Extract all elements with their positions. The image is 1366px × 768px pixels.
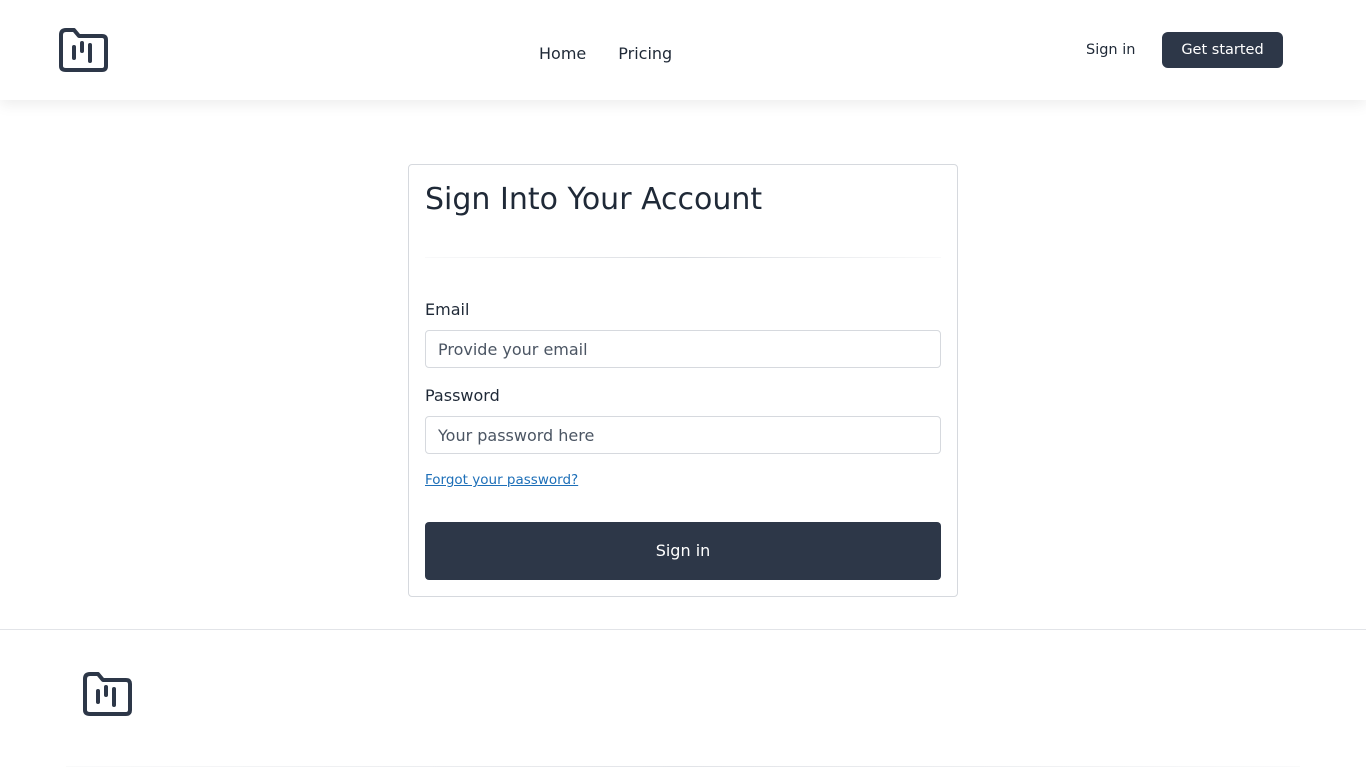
folder-bars-icon bbox=[59, 28, 108, 72]
folder-bars-icon bbox=[83, 672, 132, 716]
page-title: Sign Into Your Account bbox=[425, 182, 763, 217]
email-label: Email bbox=[425, 300, 470, 319]
footer-logo-link[interactable] bbox=[81, 671, 133, 721]
site-header: Home Pricing Sign in Get started bbox=[0, 0, 1366, 100]
signin-card: Sign Into Your Account Email Password Fo… bbox=[408, 164, 958, 597]
logo-link[interactable] bbox=[57, 27, 109, 77]
footer-divider bbox=[0, 629, 1366, 630]
signin-button[interactable]: Sign in bbox=[425, 522, 941, 580]
footer-bottom-divider bbox=[66, 766, 1300, 767]
get-started-button[interactable]: Get started bbox=[1162, 32, 1283, 68]
forgot-password-link[interactable]: Forgot your password? bbox=[425, 470, 578, 490]
nav-pricing-link[interactable]: Pricing bbox=[618, 43, 672, 65]
password-label: Password bbox=[425, 386, 500, 405]
header-signin-link[interactable]: Sign in bbox=[1086, 40, 1135, 60]
title-divider bbox=[425, 257, 941, 258]
password-input[interactable] bbox=[425, 416, 941, 454]
nav-home-link[interactable]: Home bbox=[539, 43, 586, 65]
email-input[interactable] bbox=[425, 330, 941, 368]
main-nav: Home Pricing bbox=[539, 43, 672, 65]
